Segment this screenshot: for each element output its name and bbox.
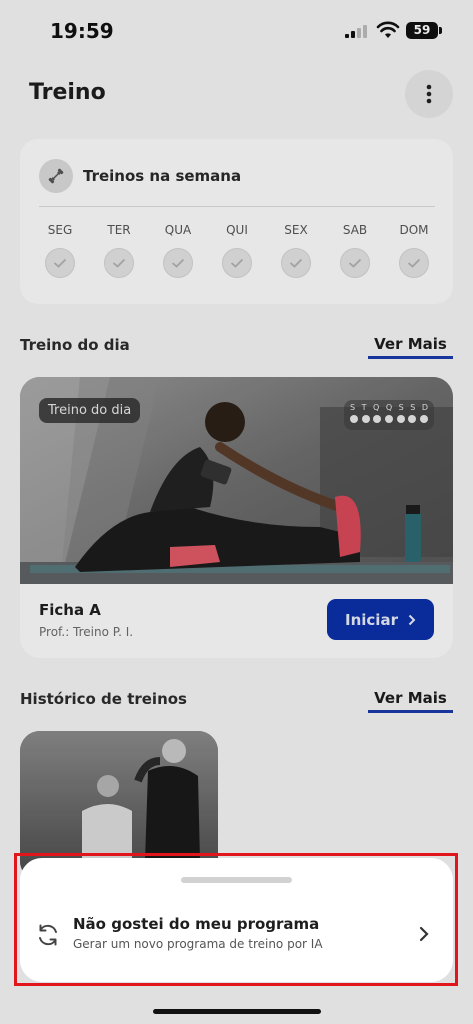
- week-letter: S: [410, 403, 416, 412]
- screen: 19:59 59 Treino Treinos na semana SEG TE…: [0, 0, 473, 1024]
- daily-workout-section-title: Treino do dia: [20, 336, 130, 354]
- week-dot: [419, 415, 428, 423]
- weekday-list: SEG TER QUA QUI SEX SAB DOM: [37, 223, 437, 278]
- weekday-dom: DOM: [391, 223, 437, 278]
- start-workout-button[interactable]: Iniciar: [327, 599, 434, 640]
- sheet-grabber[interactable]: [181, 877, 292, 883]
- status-bar: 19:59 59: [0, 0, 473, 62]
- battery-icon: 59: [406, 22, 442, 39]
- history-see-more-link[interactable]: Ver Mais: [368, 689, 453, 713]
- status-time: 19:59: [50, 19, 114, 43]
- week-dot: [350, 415, 358, 423]
- check-icon: [281, 248, 311, 278]
- chevron-right-icon: [408, 614, 416, 625]
- check-icon: [45, 248, 75, 278]
- daily-workout-card[interactable]: Treino do dia S T Q Q S S D Ficha A Prof…: [20, 377, 453, 658]
- more-options-button[interactable]: [405, 70, 453, 118]
- week-dot: [373, 415, 382, 423]
- weekday-seg: SEG: [37, 223, 83, 278]
- more-vertical-icon: [426, 84, 432, 104]
- check-icon: [340, 248, 370, 278]
- daily-workout-chip: Treino do dia: [39, 398, 141, 423]
- start-workout-label: Iniciar: [345, 610, 398, 629]
- week-letter: D: [421, 403, 428, 412]
- weekday-qua: QUA: [155, 223, 201, 278]
- workout-name: Ficha A: [39, 601, 101, 619]
- week-dot: [396, 415, 405, 423]
- history-section-title: Histórico de treinos: [20, 690, 187, 708]
- week-letter: T: [361, 403, 367, 412]
- bottom-sheet: Não gostei do meu programa Gerar um novo…: [20, 858, 453, 982]
- weekday-qui: QUI: [214, 223, 260, 278]
- refresh-icon: [39, 924, 57, 946]
- week-letter: Q: [373, 403, 380, 412]
- page-title: Treino: [29, 80, 106, 105]
- weekday-label: QUA: [164, 223, 192, 237]
- battery-level: 59: [413, 23, 431, 37]
- daily-see-more-link[interactable]: Ver Mais: [368, 335, 453, 359]
- week-progress-indicator: S T Q Q S S D: [344, 400, 434, 430]
- check-icon: [104, 248, 134, 278]
- weekday-sex: SEX: [273, 223, 319, 278]
- week-dot: [361, 415, 370, 423]
- workout-trainer: Prof.: Treino P. I.: [39, 625, 134, 639]
- week-dot: [408, 415, 417, 423]
- weekday-label: SAB: [342, 223, 368, 237]
- cellular-signal-icon: [345, 24, 367, 38]
- divider: [39, 206, 435, 207]
- weekday-label: SEG: [47, 223, 73, 237]
- week-dot: [384, 415, 393, 423]
- weekday-label: QUI: [226, 223, 248, 237]
- wifi-icon: [376, 21, 400, 38]
- weekday-label: DOM: [399, 223, 429, 237]
- check-icon: [399, 248, 429, 278]
- dumbbell-icon: [39, 159, 73, 193]
- weekday-sab: SAB: [332, 223, 378, 278]
- weekday-ter: TER: [96, 223, 142, 278]
- check-icon: [222, 248, 252, 278]
- check-icon: [163, 248, 193, 278]
- home-indicator[interactable]: [153, 1009, 321, 1014]
- week-letter: S: [398, 403, 404, 412]
- week-letter: Q: [385, 403, 393, 412]
- weekly-workouts-card: Treinos na semana SEG TER QUA QUI SEX SA…: [20, 139, 453, 304]
- week-letter: S: [350, 403, 356, 412]
- weekday-label: TER: [107, 223, 131, 237]
- weekday-label: SEX: [284, 223, 308, 237]
- regenerate-program-title[interactable]: Não gostei do meu programa: [73, 915, 319, 933]
- regenerate-program-subtitle: Gerar um novo programa de treino por IA: [73, 937, 323, 951]
- weekly-workouts-title: Treinos na semana: [83, 167, 242, 185]
- chevron-right-icon[interactable]: [416, 924, 432, 944]
